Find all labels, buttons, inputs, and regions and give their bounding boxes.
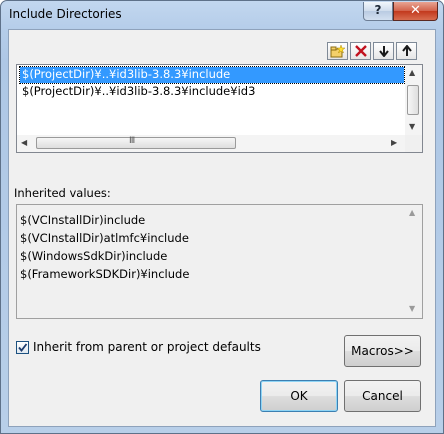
move-down-icon — [378, 46, 389, 57]
move-down-button[interactable] — [373, 42, 394, 60]
inherited-values-list[interactable]: $(VCInstallDir)include $(VCInstallDir)at… — [16, 204, 423, 319]
scroll-left-icon[interactable]: ◀ — [21, 138, 27, 148]
ok-button[interactable]: OK — [260, 380, 338, 412]
cancel-button[interactable]: Cancel — [344, 380, 421, 412]
list-item[interactable]: $(ProjectDir)¥..¥id3lib-3.8.3¥include — [19, 66, 405, 84]
close-button[interactable]: ✕ — [393, 2, 438, 21]
directories-list[interactable]: $(ProjectDir)¥..¥id3lib-3.8.3¥include $(… — [16, 64, 423, 153]
scroll-up-icon[interactable]: ▲ — [409, 208, 415, 218]
scroll-thumb[interactable] — [407, 85, 419, 115]
move-up-icon — [401, 45, 412, 56]
delete-icon — [354, 45, 367, 57]
macros-button[interactable]: Macros>> — [344, 335, 421, 367]
move-up-button[interactable] — [396, 42, 417, 60]
scroll-down-icon[interactable]: ▼ — [409, 304, 415, 314]
new-folder-icon — [330, 44, 345, 57]
horizontal-scrollbar[interactable]: ◀ Ⅲ ▶ — [17, 135, 407, 152]
delete-button[interactable] — [350, 42, 371, 60]
list-item[interactable]: $(ProjectDir)¥..¥id3lib-3.8.3¥include¥id… — [20, 84, 404, 100]
grip-icon: Ⅲ — [129, 136, 136, 146]
checkmark-icon — [18, 342, 28, 352]
scroll-up-icon[interactable]: ▲ — [409, 68, 415, 78]
new-line-button[interactable] — [327, 42, 348, 60]
dialog-window: Include Directories ? ✕ $(ProjectDir)¥..… — [0, 0, 444, 434]
list-item: $(VCInstallDir)atlmfc¥include — [20, 231, 189, 245]
vertical-scrollbar[interactable]: ▲ ▼ — [405, 205, 422, 318]
dialog-body: $(ProjectDir)¥..¥id3lib-3.8.3¥include $(… — [8, 29, 436, 427]
vertical-scrollbar[interactable]: ▲ ▼ — [405, 65, 422, 135]
scroll-corner — [405, 135, 422, 152]
list-item: $(WindowsSdkDir)include — [20, 249, 168, 263]
list-item: $(FrameworkSDKDir)¥include — [20, 267, 190, 281]
inherited-values-label: Inherited values: — [14, 186, 111, 200]
scroll-thumb[interactable]: Ⅲ — [36, 136, 236, 149]
help-button[interactable]: ? — [363, 2, 393, 21]
window-title: Include Directories — [9, 7, 122, 21]
scroll-down-icon[interactable]: ▼ — [409, 122, 415, 132]
scroll-right-icon[interactable]: ▶ — [391, 138, 397, 148]
inherit-option[interactable]: Inherit from parent or project defaults — [16, 340, 261, 354]
inherit-label: Inherit from parent or project defaults — [33, 340, 261, 354]
title-bar[interactable]: Include Directories ? ✕ — [1, 1, 443, 29]
list-item: $(VCInstallDir)include — [20, 213, 146, 227]
inherit-checkbox[interactable] — [16, 340, 29, 354]
